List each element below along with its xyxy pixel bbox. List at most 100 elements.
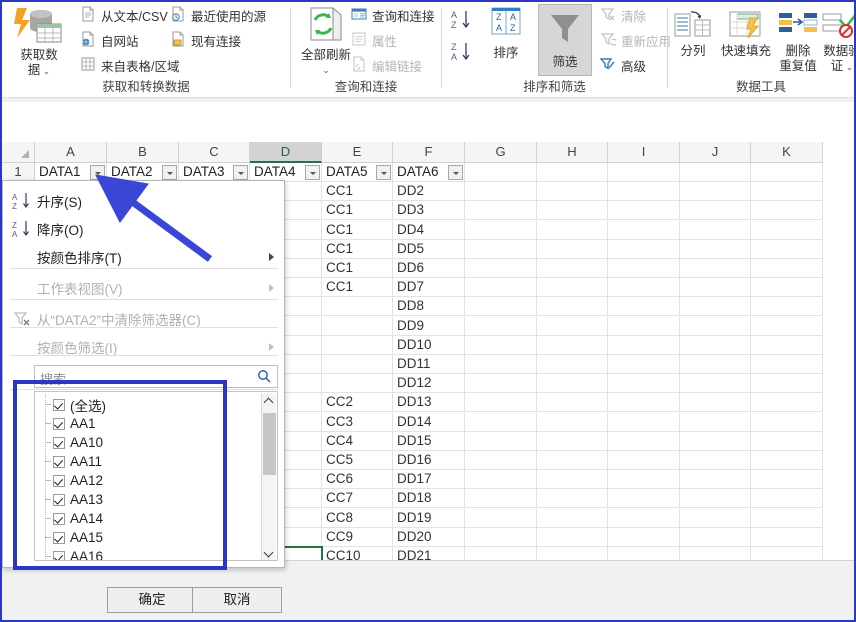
cell-J11[interactable] bbox=[680, 355, 751, 374]
filter-list-item-2[interactable]: AA10 bbox=[45, 433, 103, 452]
cell-K5[interactable] bbox=[751, 239, 823, 259]
cell-J6[interactable] bbox=[680, 259, 751, 278]
cell-J21[interactable] bbox=[680, 547, 751, 560]
cell-F2[interactable]: DD2 bbox=[393, 182, 465, 202]
select-all-corner[interactable] bbox=[2, 142, 35, 163]
filter-button[interactable]: 筛选 bbox=[538, 4, 592, 76]
cell-I12[interactable] bbox=[608, 374, 680, 394]
cell-H18[interactable] bbox=[537, 489, 608, 509]
cell-H11[interactable] bbox=[537, 355, 608, 374]
cell-K20[interactable] bbox=[751, 527, 823, 547]
cell-K19[interactable] bbox=[751, 508, 823, 528]
cell-H6[interactable] bbox=[537, 259, 608, 278]
cell-E8[interactable] bbox=[322, 297, 393, 317]
cell-I18[interactable] bbox=[608, 489, 680, 509]
queries-connections-button[interactable]: 查询和连接 bbox=[351, 6, 435, 25]
cell-E19[interactable]: CC8 bbox=[322, 508, 393, 528]
filter-list-item-3[interactable]: AA11 bbox=[45, 452, 102, 471]
cell-E17[interactable]: CC6 bbox=[322, 470, 393, 490]
cell-E12[interactable] bbox=[322, 374, 393, 394]
cell-G4[interactable] bbox=[465, 220, 537, 240]
cell-F20[interactable]: DD20 bbox=[393, 527, 465, 547]
cell-F3[interactable]: DD3 bbox=[393, 201, 465, 221]
column-header-I[interactable]: I bbox=[608, 142, 680, 163]
get-data-button[interactable]: 获取数 据 ⌄ bbox=[8, 4, 70, 79]
filter-dropdown-icon-DATA2[interactable] bbox=[162, 165, 177, 180]
filter-list-item-6[interactable]: AA14 bbox=[45, 509, 103, 528]
cell-J8[interactable] bbox=[680, 297, 751, 317]
cell-F16[interactable]: DD16 bbox=[393, 451, 465, 470]
column-header-C[interactable]: C bbox=[179, 142, 250, 163]
cell-K6[interactable] bbox=[751, 259, 823, 278]
cell-F21[interactable]: DD21 bbox=[393, 547, 465, 560]
cell-K3[interactable] bbox=[751, 201, 823, 221]
column-header-J[interactable]: J bbox=[680, 142, 751, 163]
cell-G7[interactable] bbox=[465, 278, 537, 298]
refresh-all-button[interactable]: 全部刷新 ⌄ bbox=[295, 4, 357, 78]
cell-G16[interactable] bbox=[465, 451, 537, 470]
filter-list-item-5[interactable]: AA13 bbox=[45, 490, 103, 509]
filter-value-list[interactable]: (全选)AA1AA10AA11AA12AA13AA14AA15AA16AA17 bbox=[34, 391, 278, 561]
from-table-range-button[interactable]: 来自表格/区域 bbox=[80, 56, 179, 75]
cell-J18[interactable] bbox=[680, 489, 751, 509]
cell-J4[interactable] bbox=[680, 220, 751, 240]
cell-G11[interactable] bbox=[465, 355, 537, 374]
cell-H5[interactable] bbox=[537, 239, 608, 259]
cell-F4[interactable]: DD4 bbox=[393, 220, 465, 240]
cell-E10[interactable] bbox=[322, 335, 393, 355]
cell-E20[interactable]: CC9 bbox=[322, 527, 393, 547]
cell-E2[interactable]: CC1 bbox=[322, 182, 393, 202]
cell-J16[interactable] bbox=[680, 451, 751, 470]
cell-G9[interactable] bbox=[465, 316, 537, 336]
cell-I19[interactable] bbox=[608, 508, 680, 528]
cell-I5[interactable] bbox=[608, 239, 680, 259]
cell-K16[interactable] bbox=[751, 451, 823, 470]
cell-F15[interactable]: DD15 bbox=[393, 431, 465, 451]
cell-E13[interactable]: CC2 bbox=[322, 393, 393, 413]
cell-F17[interactable]: DD17 bbox=[393, 470, 465, 490]
cell-G15[interactable] bbox=[465, 431, 537, 451]
cell-J12[interactable] bbox=[680, 374, 751, 394]
cell-J17[interactable] bbox=[680, 470, 751, 490]
cell-I11[interactable] bbox=[608, 355, 680, 374]
data-validation-button[interactable]: 数据验 证 ⌄ bbox=[820, 8, 854, 75]
empty-header-cell-H[interactable] bbox=[537, 163, 608, 182]
checkbox[interactable] bbox=[53, 493, 65, 506]
cell-G10[interactable] bbox=[465, 335, 537, 355]
cell-H13[interactable] bbox=[537, 393, 608, 413]
checkbox[interactable] bbox=[53, 398, 65, 411]
cell-K18[interactable] bbox=[751, 489, 823, 509]
existing-connections-button[interactable]: 现有连接 bbox=[170, 31, 241, 50]
checkbox[interactable] bbox=[53, 417, 65, 430]
cell-G6[interactable] bbox=[465, 259, 537, 278]
cell-G21[interactable] bbox=[465, 547, 537, 560]
filter-list-scrollbar[interactable] bbox=[261, 393, 276, 560]
cell-H10[interactable] bbox=[537, 335, 608, 355]
ok-button[interactable]: 确定 bbox=[107, 587, 197, 613]
cell-I8[interactable] bbox=[608, 297, 680, 317]
cell-E15[interactable]: CC4 bbox=[322, 431, 393, 451]
cell-K13[interactable] bbox=[751, 393, 823, 413]
cell-F6[interactable]: DD6 bbox=[393, 259, 465, 278]
cell-J15[interactable] bbox=[680, 431, 751, 451]
cell-E6[interactable]: CC1 bbox=[322, 259, 393, 278]
cell-F8[interactable]: DD8 bbox=[393, 297, 465, 317]
checkbox[interactable] bbox=[53, 474, 65, 487]
scroll-up-icon[interactable] bbox=[262, 393, 276, 408]
filter-dropdown-icon-DATA6[interactable] bbox=[448, 165, 463, 180]
filter-list-item-0[interactable]: (全选) bbox=[45, 395, 106, 414]
cell-J5[interactable] bbox=[680, 239, 751, 259]
filter-list-item-7[interactable]: AA15 bbox=[45, 528, 103, 547]
sort-za-button[interactable]: Z A bbox=[450, 40, 472, 69]
cell-G13[interactable] bbox=[465, 393, 537, 413]
scroll-down-icon[interactable] bbox=[262, 546, 276, 560]
cell-K11[interactable] bbox=[751, 355, 823, 374]
cell-K9[interactable] bbox=[751, 316, 823, 336]
filter-menu-item-1[interactable]: Z A 降序(O) bbox=[4, 215, 284, 242]
cell-E4[interactable]: CC1 bbox=[322, 220, 393, 240]
checkbox[interactable] bbox=[53, 512, 65, 525]
cell-E11[interactable] bbox=[322, 355, 393, 374]
cell-H20[interactable] bbox=[537, 527, 608, 547]
recent-sources-button[interactable]: 最近使用的源 bbox=[170, 6, 266, 25]
cell-I3[interactable] bbox=[608, 201, 680, 221]
